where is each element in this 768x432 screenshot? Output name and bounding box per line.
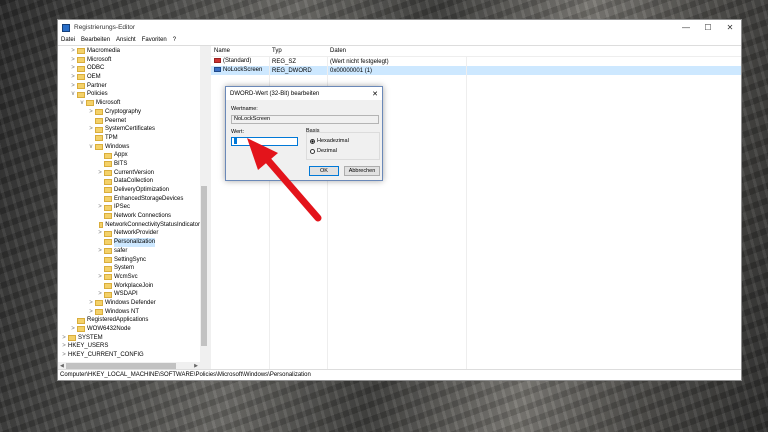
annotation-arrow: [247, 138, 322, 222]
